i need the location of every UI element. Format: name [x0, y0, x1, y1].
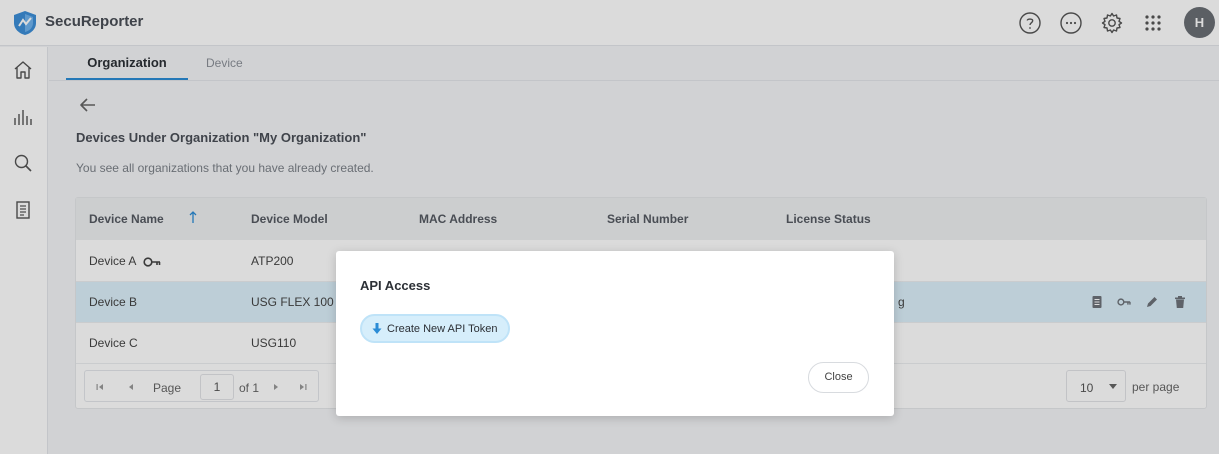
dialog-title: API Access	[360, 278, 431, 293]
close-button[interactable]: Close	[808, 362, 869, 393]
download-arrow-icon	[372, 323, 382, 334]
create-api-token-button[interactable]: Create New API Token	[360, 314, 510, 343]
create-api-token-label: Create New API Token	[387, 323, 498, 335]
api-access-dialog: API Access Create New API Token Close	[336, 251, 894, 416]
